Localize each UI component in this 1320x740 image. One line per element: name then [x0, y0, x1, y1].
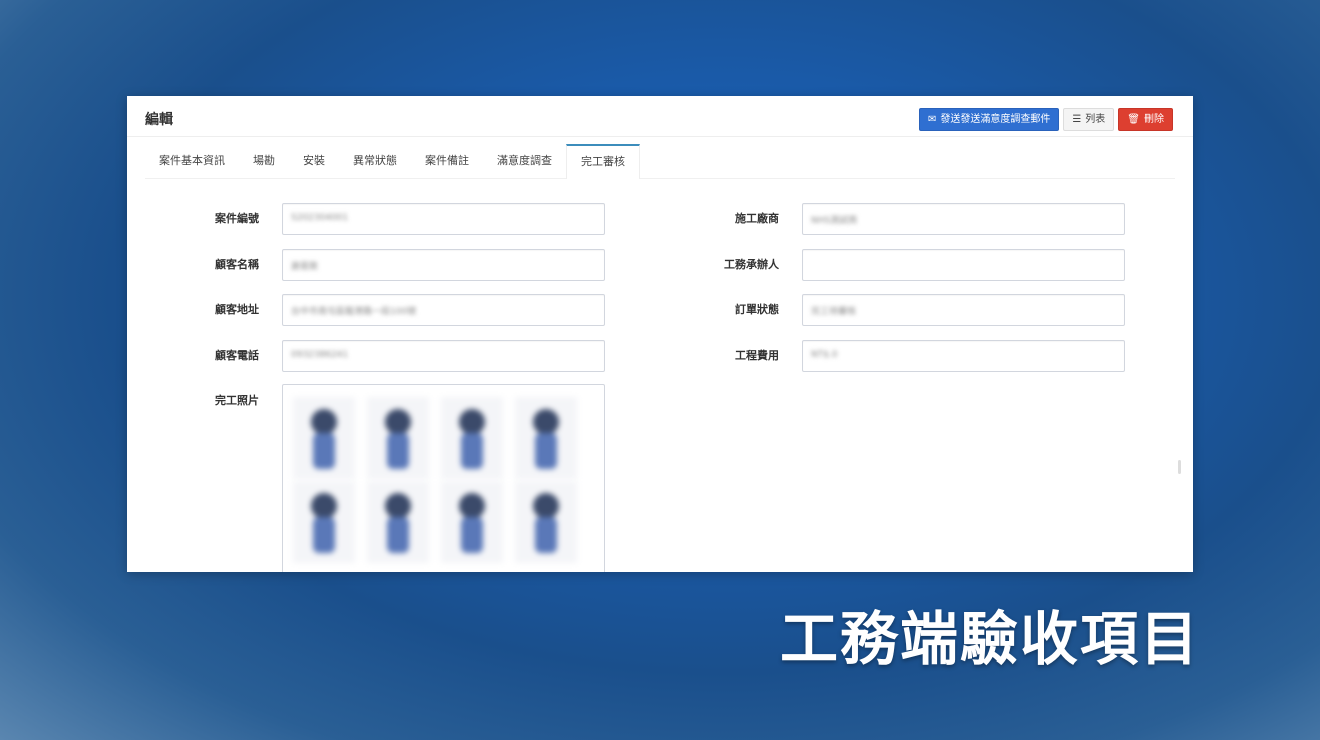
contractor-value: NHS測試商: [811, 216, 858, 226]
case-number-label: 案件編號: [215, 212, 259, 225]
project-cost-value: NT$.0: [811, 350, 838, 360]
project-cost-label: 工程費用: [735, 349, 779, 362]
customer-phone-field[interactable]: 0932386241: [282, 340, 605, 372]
customer-address-label: 顧客地址: [215, 303, 259, 316]
tab-bar: 案件基本資訊 場勘 安裝 異常狀態 案件備註 滿意度調查 完工審核: [145, 144, 1175, 179]
delete-button[interactable]: 🗑 刪除: [1118, 108, 1173, 131]
tab-satisfaction[interactable]: 滿意度調查: [483, 144, 566, 178]
scrollbar[interactable]: [1178, 460, 1181, 474]
completion-photos: [282, 384, 605, 572]
delete-label: 刪除: [1144, 114, 1164, 125]
photo-thumbnail[interactable]: [367, 481, 429, 563]
tab-install[interactable]: 安裝: [289, 144, 339, 178]
case-number-value: S202304001: [291, 213, 349, 223]
tab-site-survey[interactable]: 場勘: [239, 144, 289, 178]
engineer-label: 工務承辦人: [724, 258, 779, 271]
photo-thumbnail[interactable]: [293, 481, 355, 563]
toolbar: ✉ 發送發送滿意度調查郵件 ☰ 列表 🗑 刪除: [918, 108, 1173, 131]
tab-notes[interactable]: 案件備註: [411, 144, 483, 178]
panel-header: 編輯 ✉ 發送發送滿意度調查郵件 ☰ 列表 🗑 刪除: [127, 96, 1193, 137]
tab-exception[interactable]: 異常狀態: [339, 144, 411, 178]
send-survey-label: 發送發送滿意度調查郵件: [940, 114, 1051, 125]
list-label: 列表: [1085, 114, 1106, 125]
caption-title: 工務端驗收項目: [779, 605, 1200, 673]
envelope-icon: ✉: [927, 114, 937, 125]
list-button[interactable]: ☰ 列表: [1063, 108, 1115, 131]
trash-icon: 🗑: [1127, 114, 1140, 125]
photo-thumbnail[interactable]: [515, 481, 577, 563]
contractor-field[interactable]: NHS測試商: [802, 203, 1125, 235]
customer-phone-label: 顧客電話: [215, 349, 259, 362]
customer-address-value: 台中市南屯區龍港路一段100號: [291, 307, 417, 317]
customer-name-label: 顧客名稱: [215, 258, 259, 271]
send-survey-button[interactable]: ✉ 發送發送滿意度調查郵件: [918, 108, 1060, 131]
tab-completion-review[interactable]: 完工審核: [566, 144, 640, 179]
photo-thumbnail[interactable]: [515, 397, 577, 479]
order-status-field[interactable]: 完工待審核: [802, 294, 1125, 326]
customer-name-field[interactable]: 謝易致: [282, 249, 605, 281]
tab-basic-info[interactable]: 案件基本資訊: [145, 144, 239, 178]
completion-photos-label: 完工照片: [215, 394, 259, 407]
list-icon: ☰: [1072, 114, 1082, 125]
case-number-field[interactable]: S202304001: [282, 203, 605, 235]
customer-name-value: 謝易致: [291, 262, 319, 272]
edit-panel: 編輯 ✉ 發送發送滿意度調查郵件 ☰ 列表 🗑 刪除 案件基本資訊 場勘 安裝 …: [127, 96, 1193, 572]
order-status-label: 訂單狀態: [735, 303, 779, 316]
order-status-value: 完工待審核: [811, 307, 857, 317]
photo-thumbnail[interactable]: [441, 397, 503, 479]
engineer-field[interactable]: [802, 249, 1125, 281]
contractor-label: 施工廠商: [735, 212, 779, 225]
photo-thumbnail[interactable]: [367, 397, 429, 479]
customer-address-field[interactable]: 台中市南屯區龍港路一段100號: [282, 294, 605, 326]
customer-phone-value: 0932386241: [291, 350, 349, 360]
page-title: 編輯: [145, 112, 173, 128]
photo-thumbnail[interactable]: [293, 397, 355, 479]
photo-thumbnail[interactable]: [441, 481, 503, 563]
project-cost-field[interactable]: NT$.0: [802, 340, 1125, 372]
